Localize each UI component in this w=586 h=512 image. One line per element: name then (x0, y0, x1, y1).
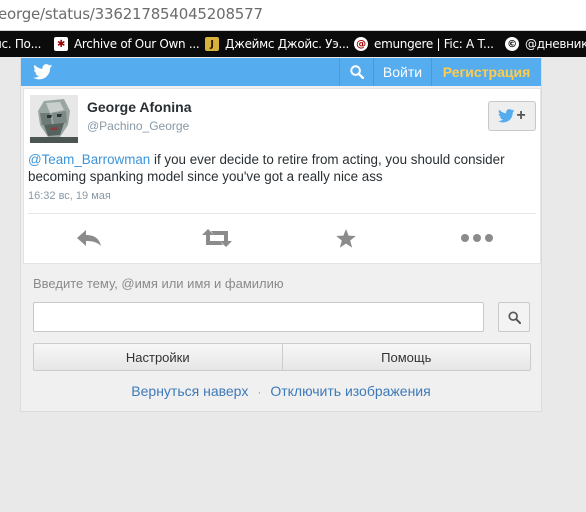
tweet-author-name[interactable]: George Afonina (87, 99, 192, 115)
twitter-header: Войти Регистрация (21, 58, 541, 86)
star-icon (336, 228, 356, 248)
help-button[interactable]: Помощь (281, 344, 531, 370)
bookmark-item-joyce[interactable]: J Джеймс Джойс. Уэ... (205, 31, 349, 57)
bookmark-label: Джеймс Джойс. Уэ... (225, 37, 350, 51)
reply-button[interactable] (74, 227, 104, 249)
more-button[interactable] (458, 227, 496, 249)
search-icon (507, 310, 521, 324)
reply-icon (77, 230, 101, 246)
disable-images-link[interactable]: Отключить изображения (270, 383, 430, 399)
livejournal-icon: @ (354, 37, 368, 51)
login-link[interactable]: Войти (373, 58, 431, 86)
retweet-icon (202, 229, 232, 247)
bookmarks-bar: йс. По... ✱ Archive of Our Own ... J Дже… (0, 31, 586, 57)
divider (28, 213, 536, 214)
search-icon (349, 65, 364, 79)
search-input[interactable] (33, 302, 484, 332)
tweet-mention-link[interactable]: @Team_Barrowman (28, 152, 150, 167)
footer-links: Вернуться наверх · Отключить изображения (21, 383, 541, 399)
tweet-card: George Afonina @Pachino_George + @Team_B… (23, 88, 541, 264)
twitter-bird-icon[interactable] (33, 64, 53, 80)
plus-icon: + (516, 107, 526, 124)
header-search-button[interactable] (339, 58, 373, 86)
tweet-author-handle[interactable]: @Pachino_George (87, 119, 189, 133)
retweet-button[interactable] (202, 227, 232, 249)
footer-separator: · (257, 385, 262, 399)
settings-help-buttons: Настройки Помощь (33, 343, 531, 371)
bookmark-item-emungere[interactable]: @ emungere | Fic: A T... (354, 31, 494, 57)
settings-button[interactable]: Настройки (34, 344, 282, 370)
twitter-bird-icon (498, 109, 515, 123)
follow-button[interactable]: + (488, 101, 536, 131)
ao3-icon: ✱ (54, 37, 68, 51)
avatar-portrait-image (30, 95, 78, 143)
copyright-icon: © (505, 37, 519, 51)
address-url[interactable]: eorge/status/336217854045208577 (0, 5, 263, 23)
j-icon: J (205, 37, 219, 51)
avatar[interactable] (30, 95, 78, 143)
bookmark-item-1[interactable]: йс. По... (0, 31, 41, 57)
twitter-mobile-page: Войти Регистрация George Afonina @Pachin… (20, 58, 542, 412)
bookmark-label: Archive of Our Own ... (74, 37, 200, 51)
search-submit-button[interactable] (498, 302, 530, 332)
bookmark-item-ao3[interactable]: ✱ Archive of Our Own ... (54, 31, 200, 57)
back-to-top-link[interactable]: Вернуться наверх (131, 383, 248, 399)
bookmark-label: @дневники (525, 37, 586, 51)
favorite-button[interactable] (331, 227, 361, 249)
bookmark-label: emungere | Fic: A T... (374, 37, 494, 51)
search-hint-text: Введите тему, @имя или имя и фамилию (33, 276, 284, 291)
address-bar[interactable]: eorge/status/336217854045208577 (0, 0, 586, 31)
tweet-timestamp[interactable]: 16:32 вс, 19 мая (28, 190, 111, 202)
more-dots-icon (461, 234, 493, 242)
signup-link[interactable]: Регистрация (431, 58, 541, 86)
tweet-text: @Team_Barrowman if you ever decide to re… (28, 151, 540, 185)
bookmark-label: йс. По... (0, 37, 42, 51)
bookmark-item-diaries[interactable]: © @дневники (505, 31, 586, 57)
